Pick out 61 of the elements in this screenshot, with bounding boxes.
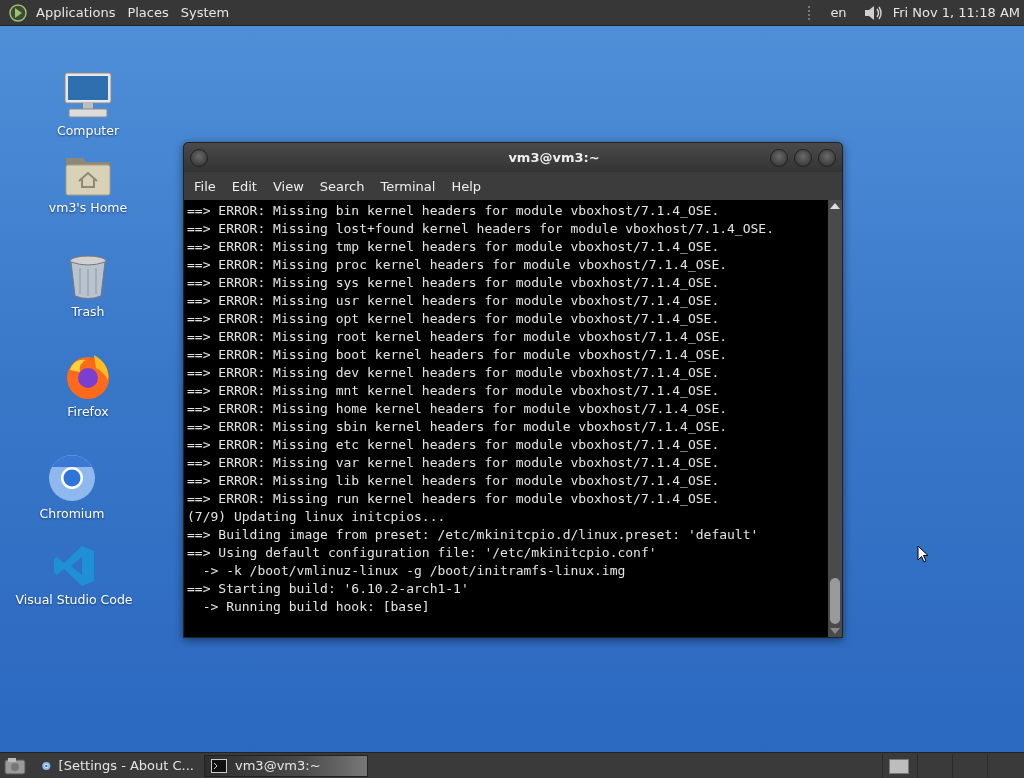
menu-item[interactable]: File xyxy=(186,178,224,194)
keyboard-layout[interactable]: en xyxy=(830,5,847,20)
terminal-line: ==> ERROR: Missing var kernel headers for module vboxhost/7.1.4_OSE. xyxy=(187,454,721,472)
taskbar-button[interactable]: vm3@vm3:~ xyxy=(204,754,368,777)
desktop-icon-label[interactable]: Firefox xyxy=(67,404,109,419)
panel-menu[interactable]: System xyxy=(180,5,230,20)
clock[interactable]: Fri Nov 1, 11:18 AM xyxy=(892,5,1020,20)
desktop-icon-label[interactable]: Computer xyxy=(56,123,120,138)
show-desktop-icon[interactable] xyxy=(4,756,26,775)
menu-item[interactable]: Terminal xyxy=(372,178,444,194)
terminal-line: ==> ERROR: Missing root kernel headers for module vboxhost/7.1.4_OSE. xyxy=(187,328,729,346)
flame-globe-icon[interactable] xyxy=(64,352,112,400)
desktop-icon-label[interactable]: Trash xyxy=(71,304,105,319)
desktop-icon-label[interactable]: Visual Studio Code xyxy=(15,592,133,607)
terminal-line: ==> ERROR: Missing lib kernel headers for module vboxhost/7.1.4_OSE. xyxy=(187,472,721,490)
terminal-line: ==> ERROR: Missing etc kernel headers for module vboxhost/7.1.4_OSE. xyxy=(187,436,721,454)
terminal-icon xyxy=(211,758,227,773)
terminal-line: ==> ERROR: Missing usr kernel headers for module vboxhost/7.1.4_OSE. xyxy=(187,292,721,310)
terminal-line: ==> ERROR: Missing sbin kernel headers for module vboxhost/7.1.4_OSE. xyxy=(187,418,729,436)
terminal-line: ==> ERROR: Missing home kernel headers for module vboxhost/7.1.4_OSE. xyxy=(187,400,729,418)
ribbon-icon[interactable] xyxy=(52,544,96,588)
monitor-icon[interactable] xyxy=(63,71,113,119)
terminal-line: ==> Using default configuration file: '/etc/mkinitcpio.conf' xyxy=(187,544,658,562)
terminal-line: -> Running build hook: [base] xyxy=(201,598,431,616)
terminal-line: ==> ERROR: Missing lost+found kernel headers for module vboxhost/7.1.4_OSE. xyxy=(187,220,775,238)
terminal-line: ==> Starting build: '6.10.2-arch1-1' xyxy=(187,580,470,598)
taskbar-button[interactable]: [Settings - About C... xyxy=(36,754,200,777)
minimize-button[interactable] xyxy=(770,148,788,167)
terminal-line: ==> ERROR: Missing proc kernel headers for module vboxhost/7.1.4_OSE. xyxy=(187,256,729,274)
close-button[interactable] xyxy=(818,148,836,167)
terminal-line: ==> ERROR: Missing tmp kernel headers for module vboxhost/7.1.4_OSE. xyxy=(187,238,721,256)
mouse-pointer-icon xyxy=(917,545,929,563)
terminal-line: ==> ERROR: Missing mnt kernel headers for module vboxhost/7.1.4_OSE. xyxy=(187,382,721,400)
menu-item[interactable]: Search xyxy=(311,178,373,194)
desktop-icon-label[interactable]: Chromium xyxy=(39,506,105,521)
scroll-down-icon[interactable] xyxy=(830,628,840,634)
menu-logo-icon[interactable] xyxy=(8,2,28,23)
menu-item[interactable]: Edit xyxy=(223,178,265,194)
desktop-icon-label[interactable]: vm3's Home xyxy=(48,200,128,215)
menu-item[interactable]: Help xyxy=(443,178,490,194)
scrollbar[interactable] xyxy=(828,200,842,637)
terminal-line: ==> Building image from preset: /etc/mkinitcpio.d/linux.preset: 'default' xyxy=(187,526,760,544)
scroll-thumb[interactable] xyxy=(830,578,840,624)
panel-menu[interactable]: Applications xyxy=(36,5,116,20)
scroll-up-icon[interactable] xyxy=(830,203,840,209)
ring-icon[interactable] xyxy=(48,454,96,502)
trash-icon[interactable] xyxy=(68,254,108,300)
panel-handle xyxy=(808,5,813,20)
window-menu-button[interactable] xyxy=(190,148,208,167)
panel-menu[interactable]: Places xyxy=(127,5,169,20)
terminal-line: ==> ERROR: Missing boot kernel headers for module vboxhost/7.1.4_OSE. xyxy=(187,346,729,364)
terminal-line: -> -k /boot/vmlinuz-linux -g /boot/initramfs-linux.img xyxy=(201,562,627,580)
terminal-line: ==> ERROR: Missing opt kernel headers for module vboxhost/7.1.4_OSE. xyxy=(187,310,721,328)
terminal-line: ==> ERROR: Missing dev kernel headers for module vboxhost/7.1.4_OSE. xyxy=(187,364,721,382)
terminal-line: ==> ERROR: Missing sys kernel headers for module vboxhost/7.1.4_OSE. xyxy=(187,274,721,292)
menu-item[interactable]: View xyxy=(264,178,312,194)
terminal-line: ==> ERROR: Missing bin kernel headers for module vboxhost/7.1.4_OSE. xyxy=(187,202,721,220)
maximize-button[interactable] xyxy=(794,148,812,167)
terminal-line: (7/9) Updating linux initcpios... xyxy=(187,508,447,526)
terminal-line: ==> ERROR: Missing run kernel headers for module vboxhost/7.1.4_OSE. xyxy=(187,490,721,508)
window-title: vm3@vm3:~ xyxy=(508,150,600,165)
